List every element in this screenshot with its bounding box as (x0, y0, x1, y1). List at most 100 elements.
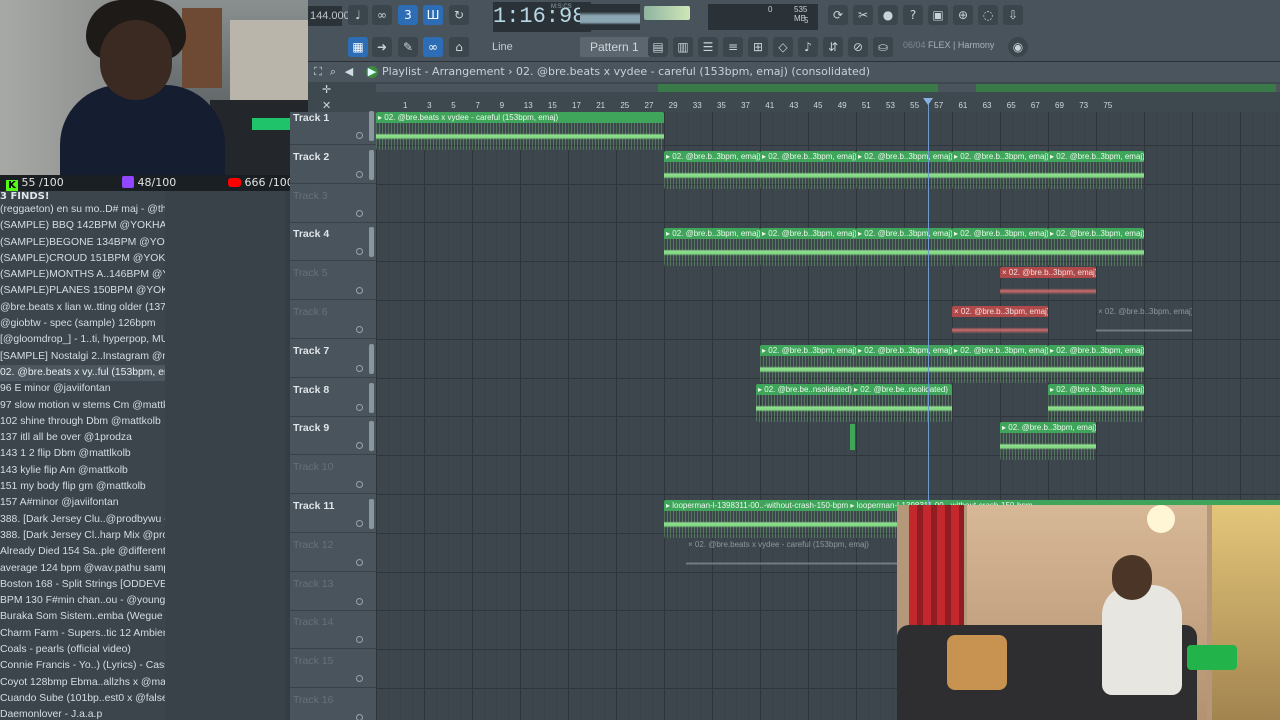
browser-item[interactable]: 143 1 2 flip Dbm @mattlkolb (0, 446, 165, 462)
track-header[interactable]: Track 4 (290, 222, 376, 262)
track-resize-handle[interactable] (369, 382, 374, 413)
audio-clip[interactable]: ▸ 02. @bre.b..3bpm, emaj) (760, 344, 856, 383)
browser-item[interactable]: (SAMPLE)PLANES 150BPM @YOKHALXL (0, 283, 165, 299)
piano-roll-icon[interactable]: ▥ (673, 37, 693, 57)
loop-record-icon[interactable]: ↻ (449, 5, 469, 25)
track-mute-icon[interactable] (356, 442, 363, 450)
track-mute-icon[interactable] (356, 287, 363, 295)
mixer-icon[interactable]: ▤ (648, 37, 668, 57)
timeline-ruler[interactable]: ✛ ✕ ‹ 1357913151721252729333537414345495… (308, 82, 1280, 112)
zoom-icon[interactable]: ⌕ (327, 66, 339, 78)
track-header[interactable]: Track 15 (290, 649, 376, 689)
track-header[interactable]: Track 6 (290, 300, 376, 339)
song-overview-strip[interactable] (376, 84, 1280, 92)
step-edit-icon[interactable]: Ш (423, 5, 443, 25)
browser-item[interactable]: Boston 168 - Split Strings [ODDEVEN004] (0, 577, 165, 593)
download-icon[interactable]: ⇩ (1003, 5, 1023, 25)
track-mute-icon[interactable] (356, 597, 363, 605)
browser-item[interactable]: (SAMPLE)BEGONE 134BPM @YOKHALXL (0, 235, 165, 251)
track-resize-handle[interactable] (369, 499, 374, 529)
track-header[interactable]: Track 14 (290, 610, 376, 650)
browser-item[interactable]: (reggaeton) en su mo..D# maj - @the.ownr (0, 202, 165, 218)
cart-icon[interactable]: ⛀ (873, 37, 893, 57)
channel-rack-icon[interactable]: ☰ (698, 37, 718, 57)
audio-clip[interactable]: × 02. @bre.b..3bpm, emaj) (952, 306, 1048, 344)
master-volume-slider[interactable] (644, 6, 690, 20)
plugin-icon[interactable]: ⊕ (953, 5, 973, 25)
track-resize-handle[interactable] (369, 227, 374, 258)
browser-item[interactable]: 96 E minor @javiifontan (0, 381, 165, 397)
browser-item[interactable]: Charm Farm - Supers..tic 12 Ambient Mix) (0, 626, 165, 642)
audio-clip[interactable]: ▸ 02. @bre.beats x vydee - careful (153b… (376, 112, 664, 150)
audio-clip[interactable]: ▸ 02. @bre.be..nsolidated) (756, 383, 852, 422)
browser-item[interactable]: Daemonlover - J.a.a.p (0, 707, 165, 720)
audio-clip[interactable]: ▸ 02. @bre.b..3bpm, emaj) (1048, 344, 1144, 383)
track-header[interactable]: Track 9 (290, 416, 376, 456)
track-header[interactable]: Track 13 (290, 572, 376, 611)
track-mute-icon[interactable] (356, 481, 363, 489)
browser-item[interactable]: Coyot 128bmp Ebma..allzhs x @magniprod (0, 675, 165, 691)
browser-item[interactable]: Coals - pearls (official video) (0, 642, 165, 658)
browser-item[interactable]: Cuando Sube (101bp..est0 x @falseego333 (0, 691, 165, 707)
audio-clip[interactable]: ▸ 02. @bre.b..3bpm, emaj) (856, 150, 952, 189)
browser-item[interactable]: 97 slow motion w stems Cm @mattkolb ★ (0, 398, 165, 414)
chat-icon[interactable]: ◌ (978, 5, 998, 25)
audio-clip[interactable]: ▸ 02. @bre.b..3bpm, emaj) (1048, 150, 1144, 189)
track-mute-icon[interactable] (356, 170, 363, 178)
track-header[interactable]: Track 12 (290, 533, 376, 572)
audio-clip[interactable]: ▸ 02. @bre.b..3bpm, emaj) (856, 344, 952, 383)
track-mute-icon[interactable] (356, 364, 363, 372)
browser-item[interactable]: 388. [Dark Jersey Clu..@prodbywu - Part_… (0, 512, 165, 528)
track-mute-icon[interactable] (356, 636, 363, 644)
audio-clip[interactable]: ▸ 02. @bre.b..3bpm, emaj) (1048, 228, 1144, 267)
track-mute-icon[interactable] (356, 403, 363, 411)
track-mute-icon[interactable] (356, 132, 363, 139)
snap-selector[interactable]: Line (478, 37, 542, 57)
track-mute-icon[interactable] (356, 675, 363, 683)
plugin-picker-icon[interactable]: ◇ (773, 37, 793, 57)
browser-item[interactable]: 143 kylie flip Am @mattkolb (0, 463, 165, 479)
script-icon[interactable]: ⊘ (848, 37, 868, 57)
metronome-icon[interactable]: ♩ (348, 5, 368, 25)
audio-clip[interactable]: × 02. @bre.b..3bpm, emaj) (1000, 267, 1096, 306)
track-mute-icon[interactable] (356, 326, 363, 333)
playhead-marker[interactable] (923, 98, 933, 105)
browser-item[interactable]: @bre.beats x lian w..tting older (137bpm… (0, 300, 165, 316)
browser-icon[interactable]: ⊞ (748, 37, 768, 57)
browser-item[interactable]: 02. @bre.beats x vy..ful (153bpm, emaj) (0, 364, 165, 382)
audio-clip[interactable]: ▸ 02. @bre.b..3bpm, emaj) (1000, 422, 1096, 461)
browser-item[interactable]: 157 A#minor @javiifontan (0, 495, 165, 511)
pencil-icon[interactable]: ✎ (398, 37, 418, 57)
playhead[interactable] (928, 100, 929, 510)
track-header[interactable]: Track 2 (290, 145, 376, 184)
link-icon[interactable]: ∞ (423, 37, 443, 57)
wait-record-icon[interactable]: ∞ (372, 5, 392, 25)
track-header[interactable]: Track 11 (290, 494, 376, 533)
audio-clip[interactable]: ▸ 02. @bre.b..3bpm, emaj) (952, 150, 1048, 189)
browser-item[interactable]: (SAMPLE)CROUD 151BPM @YOKHALXL (0, 251, 165, 267)
expand-icon[interactable]: ⛶ (312, 66, 324, 78)
track-mute-icon[interactable] (356, 520, 363, 527)
track-resize-handle[interactable] (369, 343, 374, 374)
browser-item[interactable]: Buraka Som Sistem..emba (Wegue Wegue) (0, 609, 165, 625)
track-header[interactable]: Track 3 (290, 184, 376, 223)
cloud-icon[interactable]: ⇵ (823, 37, 843, 57)
browser-item[interactable]: [@gloomdrop_] - 1..ti, hyperpop, MUSIC] (0, 332, 165, 348)
audio-clip-marker[interactable] (850, 424, 855, 450)
browser-item[interactable]: Already Died 154 Sa..ple @differentmoney (0, 544, 165, 560)
mixer-faders-icon[interactable]: ≡ (723, 37, 743, 57)
browser-item[interactable]: [SAMPLE] Nostalgi 2..Instagram @nawijasz (0, 349, 165, 365)
track-header[interactable]: Track 5 (290, 261, 376, 301)
audio-clip[interactable]: ▸ 02. @bre.b..3bpm, emaj) (952, 228, 1048, 267)
track-header[interactable]: Track 10 (290, 455, 376, 495)
audio-clip[interactable]: ▸ 02. @bre.b..3bpm, emaj) (856, 228, 952, 267)
track-header[interactable]: Track 16 (290, 688, 376, 720)
browser-item[interactable]: @giobtw - spec (sample) 126bpm (0, 316, 165, 332)
stamp-icon[interactable]: ⌂ (449, 37, 469, 57)
track-resize-handle[interactable] (369, 421, 374, 452)
song-time-display[interactable]: 1:16:98 (493, 2, 591, 32)
track-resize-handle[interactable] (369, 111, 374, 141)
microphone-icon[interactable]: ● (878, 5, 898, 25)
snap-arrows-icon[interactable]: ✛ (322, 83, 331, 96)
browser-item[interactable]: BPM 130 F#min chan..ou - @youngmooskii (0, 593, 165, 609)
